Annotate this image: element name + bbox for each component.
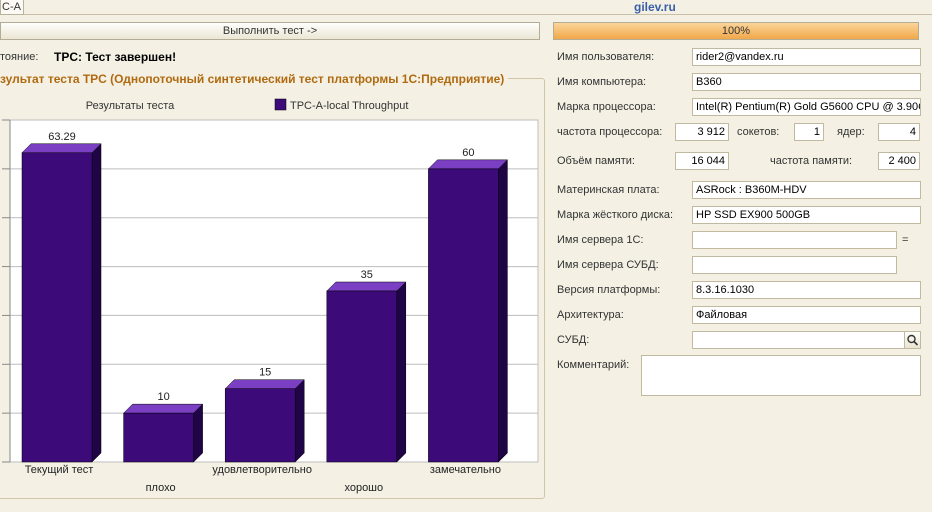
status-value: TPC: Тест завершен! [54, 50, 177, 64]
comment-label: Комментарий: [557, 359, 630, 371]
platform-label: Версия платформы: [557, 284, 661, 296]
bar-top [326, 281, 407, 292]
bar [123, 412, 194, 463]
platform-field[interactable]: 8.3.16.1030 [692, 281, 921, 299]
comment-field[interactable] [641, 355, 921, 396]
chart-title: Результаты теста [86, 100, 175, 112]
data-label: 15 [259, 367, 271, 379]
mem-freq-field[interactable]: 2 400 [878, 152, 920, 170]
motherboard-label: Материнская плата: [557, 184, 660, 196]
category-label: хорошо [344, 482, 383, 494]
bar-side [193, 403, 203, 463]
bar-top [122, 403, 204, 414]
cpu-freq-label: частота процессора: [557, 126, 663, 138]
memory-label: Объём памяти: [557, 155, 635, 167]
bar [428, 168, 499, 463]
dbms-value [693, 334, 696, 346]
bar-side [396, 281, 407, 463]
bar-top [224, 379, 305, 389]
bar [224, 388, 296, 463]
bar [326, 290, 398, 463]
bar-side [498, 159, 508, 463]
cores-field[interactable]: 4 [878, 123, 920, 141]
server1c-label: Имя сервера 1С: [557, 234, 644, 246]
server1c-suffix: = [902, 234, 909, 246]
dbms-search-button[interactable] [904, 332, 920, 348]
bar-side [294, 379, 305, 463]
cpu-freq-field[interactable]: 3 912 [675, 123, 729, 141]
run-test-button[interactable]: Выполнить тест -> [0, 22, 540, 40]
bar-side [91, 143, 102, 463]
data-label: 35 [361, 269, 373, 281]
sockets-field[interactable]: 1 [794, 123, 824, 141]
mem-freq-label: частота памяти: [770, 155, 853, 167]
cores-label: ядер: [837, 126, 865, 138]
computer-field[interactable]: B360 [692, 73, 921, 91]
bar [21, 152, 93, 463]
cpu-label: Марка процессора: [557, 101, 656, 113]
disk-field[interactable]: HP SSD EX900 500GB [692, 206, 921, 224]
result-group-title: зультат теста TPC (Однопоточный синтетич… [0, 72, 509, 86]
computer-label: Имя компьютера: [557, 76, 647, 88]
progress-bar: 100% [553, 22, 919, 40]
memory-field[interactable]: 16 044 [675, 152, 729, 170]
category-label: замечательно [430, 464, 501, 476]
bar-top [21, 143, 102, 154]
server1c-field[interactable] [692, 231, 897, 249]
progress-text: 100% [721, 25, 751, 37]
category-label: удовлетворительно [212, 464, 312, 476]
bar-top [427, 159, 509, 170]
sockets-label: сокетов: [737, 126, 780, 138]
arch-label: Архитектура: [557, 309, 624, 321]
user-field[interactable]: rider2@vandex.ru [692, 48, 921, 66]
data-label: 60 [462, 147, 474, 159]
status-label: тояние: [0, 51, 39, 63]
motherboard-field[interactable]: ASRock : B360M-HDV [692, 181, 921, 199]
data-label: 63.29 [48, 131, 76, 143]
site-title: gilev.ru [634, 0, 676, 14]
data-label: 10 [157, 391, 169, 403]
search-icon [907, 334, 919, 346]
disk-label: Марка жёсткого диска: [557, 209, 674, 221]
server-dbms-field[interactable] [692, 256, 897, 274]
dbms-field[interactable] [692, 331, 921, 349]
tab-divider [24, 14, 932, 15]
dbms-label: СУБД: [557, 334, 590, 346]
legend-swatch [274, 98, 287, 111]
legend-label: TPC-A-local Throughput [290, 100, 408, 112]
results-chart: Результаты теста TPC-A-local Throughput 63… [2, 98, 539, 494]
server-dbms-label: Имя сервера СУБД: [557, 259, 659, 271]
tab-tpc-a[interactable]: C-A [0, 0, 24, 15]
arch-field[interactable]: Файловая [692, 306, 921, 324]
user-label: Имя пользователя: [557, 51, 655, 63]
category-label: плохо [146, 482, 176, 494]
category-label: Текущий тест [25, 464, 94, 476]
cpu-field[interactable]: Intel(R) Pentium(R) Gold G5600 CPU @ 3.9… [692, 98, 921, 116]
